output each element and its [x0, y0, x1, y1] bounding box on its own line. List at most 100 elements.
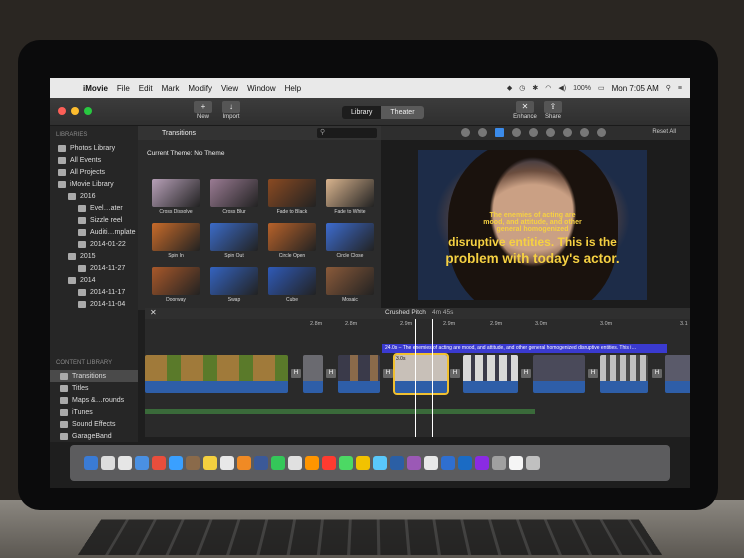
dock-app-icon[interactable] — [237, 456, 251, 470]
transition-marker[interactable]: H — [521, 369, 531, 378]
sidebar-item[interactable]: 2014-11-17 — [50, 286, 138, 298]
new-button[interactable]: + New — [188, 101, 218, 120]
transition-marker[interactable]: H — [588, 369, 598, 378]
dock-app-icon[interactable] — [271, 456, 285, 470]
menu-clock[interactable]: Mon 7:05 AM — [612, 84, 659, 93]
content-library-item[interactable]: Titles — [50, 382, 138, 394]
wifi-icon[interactable]: ◠ — [545, 84, 551, 92]
dropbox-icon[interactable]: ◆ — [507, 84, 512, 92]
crop-icon[interactable] — [495, 128, 504, 137]
transition-marker[interactable]: H — [291, 369, 301, 378]
dock-app-icon[interactable] — [339, 456, 353, 470]
minimize-window-icon[interactable] — [71, 107, 79, 115]
time-machine-icon[interactable]: ◷ — [519, 84, 525, 92]
dock-app-icon[interactable] — [169, 456, 183, 470]
timeline-clip[interactable] — [303, 355, 323, 393]
volume-icon[interactable]: ◀) — [558, 84, 566, 92]
content-library-item[interactable]: iTunes — [50, 406, 138, 418]
search-input[interactable]: ⚲ — [317, 128, 377, 138]
dock-app-icon[interactable] — [407, 456, 421, 470]
timeline-clip[interactable] — [338, 355, 380, 393]
dock-app-icon[interactable] — [509, 456, 523, 470]
timeline-clip[interactable] — [145, 355, 288, 393]
sidebar-item[interactable]: 2014-01-22 — [50, 238, 138, 250]
caption-track[interactable]: 24.0s – The enemies of acting are mood, … — [382, 344, 667, 353]
transition-tile[interactable]: Doorway — [148, 267, 204, 307]
enhance-button[interactable]: ✕ Enhance — [510, 101, 540, 120]
transition-tile[interactable]: Fade to White — [322, 179, 378, 219]
dock-app-icon[interactable] — [424, 456, 438, 470]
transition-tile[interactable]: Mosaic — [322, 267, 378, 307]
sidebar-item[interactable]: All Projects — [50, 166, 138, 178]
transition-tile[interactable]: Cross Dissolve — [148, 179, 204, 219]
sidebar-item[interactable]: iMovie Library — [50, 178, 138, 190]
dock-app-icon[interactable] — [390, 456, 404, 470]
menu-app-name[interactable]: iMovie — [83, 84, 108, 93]
skimmer[interactable] — [432, 319, 433, 437]
close-window-icon[interactable] — [58, 107, 66, 115]
dock-app-icon[interactable] — [475, 456, 489, 470]
dock-app-icon[interactable] — [288, 456, 302, 470]
dock-app-icon[interactable] — [101, 456, 115, 470]
close-icon[interactable]: ✕ — [150, 308, 157, 317]
sidebar-item[interactable]: All Events — [50, 154, 138, 166]
transition-tile[interactable]: Spin Out — [206, 223, 262, 263]
zoom-window-icon[interactable] — [84, 107, 92, 115]
dock-app-icon[interactable] — [492, 456, 506, 470]
timeline-clip[interactable] — [665, 355, 690, 393]
sidebar-item[interactable]: 2014-11-04 — [50, 298, 138, 310]
dock-app-icon[interactable] — [220, 456, 234, 470]
battery-icon[interactable]: ▭ — [598, 84, 605, 92]
timeline-clip[interactable] — [533, 355, 585, 393]
playhead[interactable] — [415, 319, 416, 437]
timeline-clip[interactable] — [463, 355, 518, 393]
music-track[interactable] — [145, 409, 535, 414]
timeline[interactable]: 2.8m 2.8m 2.9m 2.9m 2.9m 3.0m 3.0m 3.1 2… — [145, 319, 690, 437]
transition-tile[interactable]: Fade to Black — [264, 179, 320, 219]
transition-tile[interactable]: Circle Open — [264, 223, 320, 263]
tab-theater[interactable]: Theater — [381, 106, 424, 119]
dock-app-icon[interactable] — [135, 456, 149, 470]
transition-tile[interactable]: Cube — [264, 267, 320, 307]
dock-app-icon[interactable] — [305, 456, 319, 470]
color-correction-icon[interactable] — [478, 128, 487, 137]
filter-icon[interactable] — [580, 128, 589, 137]
dock-app-icon[interactable] — [526, 456, 540, 470]
sidebar-item[interactable]: 2015 — [50, 250, 138, 262]
selected-clip[interactable]: 3.0s — [393, 353, 449, 395]
reset-all-button[interactable]: Reset All — [652, 129, 676, 135]
stabilization-icon[interactable] — [512, 128, 521, 137]
info-icon[interactable] — [597, 128, 606, 137]
timeline-clip[interactable] — [600, 355, 648, 393]
transition-marker[interactable]: H — [450, 369, 460, 378]
bluetooth-icon[interactable]: ✱ — [532, 84, 538, 92]
sidebar-item[interactable]: Evel…ater — [50, 202, 138, 214]
dock-app-icon[interactable] — [373, 456, 387, 470]
transition-marker[interactable]: H — [383, 369, 393, 378]
transition-tile[interactable]: Circle Close — [322, 223, 378, 263]
dock-app-icon[interactable] — [322, 456, 336, 470]
dock-app-icon[interactable] — [458, 456, 472, 470]
transition-tile[interactable]: Swap — [206, 267, 262, 307]
volume-adjust-icon[interactable] — [529, 128, 538, 137]
sidebar-item[interactable]: 2016 — [50, 190, 138, 202]
dock-app-icon[interactable] — [186, 456, 200, 470]
transition-tile[interactable]: Spin In — [148, 223, 204, 263]
transition-tile[interactable]: Cross Blur — [206, 179, 262, 219]
sidebar-item[interactable]: Auditi…mplate — [50, 226, 138, 238]
transition-marker[interactable]: H — [326, 369, 336, 378]
spotlight-icon[interactable]: ⚲ — [666, 84, 671, 92]
dock-app-icon[interactable] — [254, 456, 268, 470]
menu-modify[interactable]: Modify — [188, 84, 212, 93]
share-button[interactable]: ⇪ Share — [538, 101, 568, 120]
dock-app-icon[interactable] — [84, 456, 98, 470]
content-library-item[interactable]: Transitions — [50, 370, 138, 382]
content-library-item[interactable]: Sound Effects — [50, 418, 138, 430]
color-balance-icon[interactable] — [461, 128, 470, 137]
menu-help[interactable]: Help — [285, 84, 301, 93]
sidebar-item[interactable]: 2014 — [50, 274, 138, 286]
dock-app-icon[interactable] — [441, 456, 455, 470]
menu-edit[interactable]: Edit — [139, 84, 153, 93]
content-library-item[interactable]: GarageBand — [50, 430, 138, 442]
notification-center-icon[interactable]: ≡ — [678, 85, 682, 92]
